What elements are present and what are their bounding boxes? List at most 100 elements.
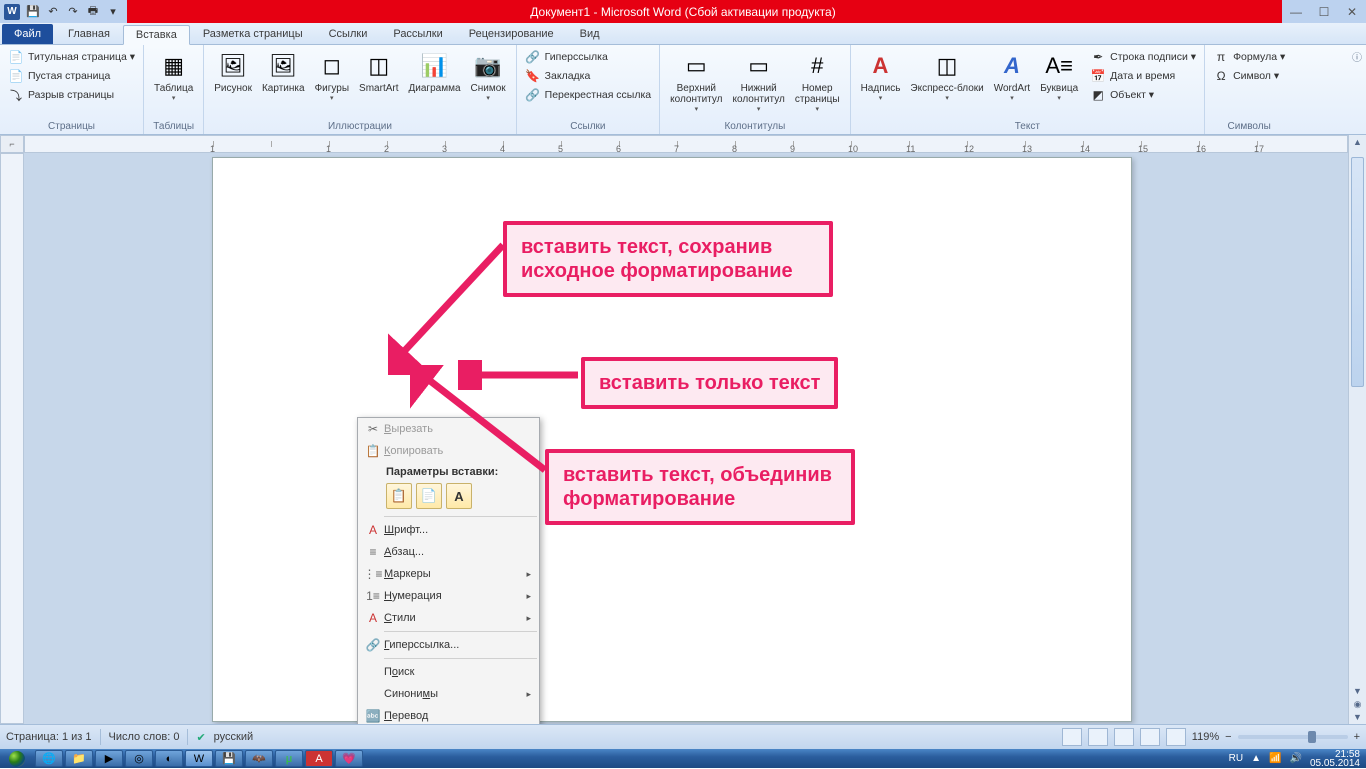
- screenshot-button[interactable]: 📷Снимок▾: [467, 48, 510, 120]
- zoom-slider[interactable]: [1238, 735, 1348, 739]
- minimize-button[interactable]: —: [1282, 3, 1310, 21]
- status-spellcheck-icon[interactable]: ✔: [196, 731, 205, 744]
- tab-file[interactable]: Файл: [2, 24, 53, 44]
- group-label-pages: Страницы: [6, 120, 137, 134]
- wordart-button[interactable]: AWordArt▾: [990, 48, 1035, 120]
- paste-keep-source[interactable]: 📋: [386, 483, 412, 509]
- tab-view[interactable]: Вид: [567, 24, 613, 44]
- taskbar-media[interactable]: ▶: [95, 750, 123, 767]
- taskbar-app1[interactable]: 🦇: [245, 750, 273, 767]
- ctx-paragraph[interactable]: ≡Абзац...: [358, 541, 539, 563]
- taskbar-ie[interactable]: 🌐: [35, 750, 63, 767]
- footer-button[interactable]: ▭Нижний колонтитул▾: [729, 48, 789, 120]
- taskbar-chrome[interactable]: ◎: [125, 750, 153, 767]
- ctx-search[interactable]: Поиск: [358, 661, 539, 683]
- ctx-font[interactable]: AШрифт...: [358, 519, 539, 541]
- scrollbar-vertical[interactable]: ▲ ▼ ◉ ▼: [1348, 135, 1366, 724]
- tray-lang[interactable]: RU: [1229, 753, 1243, 764]
- tray-date[interactable]: 05.05.2014: [1310, 758, 1360, 769]
- tray-volume-icon[interactable]: 🔊: [1289, 753, 1301, 764]
- taskbar-adobe[interactable]: A: [305, 750, 333, 767]
- ctx-hyperlink[interactable]: 🔗Гиперссылка...: [358, 634, 539, 656]
- qat-dd-icon[interactable]: ▾: [103, 3, 123, 21]
- object-button[interactable]: ◩Объект ▾: [1088, 86, 1198, 104]
- paste-merge[interactable]: 📄: [416, 483, 442, 509]
- arrow-to-merge: [410, 365, 560, 485]
- crossref-button[interactable]: 🔗Перекрестная ссылка: [523, 86, 653, 104]
- taskbar-utorrent[interactable]: μ: [275, 750, 303, 767]
- symbol-button[interactable]: ΩСимвол ▾: [1211, 67, 1287, 85]
- taskbar-explorer[interactable]: 📁: [65, 750, 93, 767]
- table-button[interactable]: ▦Таблица▾: [150, 48, 197, 120]
- ctx-styles[interactable]: AСтили▸: [358, 607, 539, 629]
- status-page[interactable]: Страница: 1 из 1: [6, 731, 92, 743]
- quickparts-button[interactable]: ◫Экспресс-блоки▾: [906, 48, 987, 120]
- zoom-in-button[interactable]: +: [1354, 731, 1360, 743]
- page-break-button[interactable]: ⤵Разрыв страницы: [6, 86, 137, 104]
- status-language[interactable]: русский: [214, 731, 253, 743]
- ruler-corner[interactable]: ⌐: [0, 135, 24, 153]
- page-number-button[interactable]: #Номер страницы▾: [791, 48, 844, 120]
- zoom-out-button[interactable]: −: [1225, 731, 1231, 743]
- bookmark-button[interactable]: 🔖Закладка: [523, 67, 653, 85]
- picture-button[interactable]: 🖼Рисунок: [210, 48, 256, 120]
- clipart-button[interactable]: 🖼Картинка: [258, 48, 309, 120]
- maximize-button[interactable]: ☐: [1310, 3, 1338, 21]
- blank-page-button[interactable]: 📄Пустая страница: [6, 67, 137, 85]
- shapes-button[interactable]: ◻Фигуры▾: [311, 48, 353, 120]
- tray-flag-icon[interactable]: ▲: [1251, 753, 1261, 764]
- page-number-icon: #: [801, 50, 833, 82]
- taskbar-save[interactable]: 💾: [215, 750, 243, 767]
- signature-line-button[interactable]: ✒Строка подписи ▾: [1088, 48, 1198, 66]
- taskbar-word[interactable]: W: [185, 750, 213, 767]
- textbox-button[interactable]: AНадпись▾: [857, 48, 905, 120]
- ctx-synonyms[interactable]: Синонимы▸: [358, 683, 539, 705]
- tray-network-icon[interactable]: 📶: [1269, 753, 1281, 764]
- view-draft[interactable]: [1166, 728, 1186, 746]
- equation-button[interactable]: πФормула ▾: [1211, 48, 1287, 66]
- close-button[interactable]: ✕: [1338, 3, 1366, 21]
- scroll-down-icon[interactable]: ▼: [1349, 686, 1366, 696]
- view-print-layout[interactable]: [1062, 728, 1082, 746]
- ruler-vertical[interactable]: [0, 153, 24, 724]
- tab-home[interactable]: Главная: [55, 24, 123, 44]
- qat-undo-icon[interactable]: ↶: [43, 3, 63, 21]
- quickparts-icon: ◫: [931, 50, 963, 82]
- start-button[interactable]: [0, 749, 34, 768]
- work-area: ⌐ 11234567891011121314151617 ▲ ▼ ◉ ▼ ✂Вы…: [0, 135, 1366, 724]
- zoom-level[interactable]: 119%: [1192, 731, 1219, 743]
- ctx-bullets[interactable]: ⋮≡Маркеры▸: [358, 563, 539, 585]
- qat-print-icon[interactable]: 🖶: [83, 3, 103, 21]
- chart-button[interactable]: 📊Диаграмма: [405, 48, 465, 120]
- hyperlink-button[interactable]: 🔗Гиперссылка: [523, 48, 653, 66]
- ruler-horizontal[interactable]: 11234567891011121314151617: [24, 135, 1348, 153]
- header-button[interactable]: ▭Верхний колонтитул▾: [666, 48, 726, 120]
- tab-mailings[interactable]: Рассылки: [380, 24, 455, 44]
- view-outline[interactable]: [1140, 728, 1160, 746]
- ctx-numbering[interactable]: 1≡Нумерация▸: [358, 585, 539, 607]
- status-words[interactable]: Число слов: 0: [109, 731, 180, 743]
- scroll-up-icon[interactable]: ▲: [1349, 137, 1366, 147]
- qat-redo-icon[interactable]: ↷: [63, 3, 83, 21]
- qat-save-icon[interactable]: 💾: [23, 3, 43, 21]
- symbol-icon: Ω: [1213, 68, 1229, 84]
- prev-page-icon[interactable]: ◉: [1349, 699, 1366, 710]
- tab-references[interactable]: Ссылки: [316, 24, 381, 44]
- view-full-screen[interactable]: [1088, 728, 1108, 746]
- taskbar-app2[interactable]: 💗: [335, 750, 363, 767]
- tab-insert[interactable]: Вставка: [123, 25, 190, 45]
- scroll-thumb[interactable]: [1351, 157, 1364, 387]
- taskbar-steam[interactable]: ◐: [155, 750, 183, 767]
- ribbon-help-icon[interactable]: ⓘ: [1352, 49, 1362, 64]
- paragraph-icon: ≡: [362, 545, 384, 559]
- header-icon: ▭: [680, 50, 712, 82]
- date-time-button[interactable]: 📅Дата и время: [1088, 67, 1198, 85]
- cover-page-button[interactable]: 📄Титульная страница ▾: [6, 48, 137, 66]
- smartart-button[interactable]: ◫SmartArt: [355, 48, 402, 120]
- view-web-layout[interactable]: [1114, 728, 1134, 746]
- dropcap-button[interactable]: A≡Буквица▾: [1036, 48, 1082, 120]
- tab-page-layout[interactable]: Разметка страницы: [190, 24, 316, 44]
- paste-text-only[interactable]: A: [446, 483, 472, 509]
- next-page-icon[interactable]: ▼: [1349, 712, 1366, 722]
- tab-review[interactable]: Рецензирование: [456, 24, 567, 44]
